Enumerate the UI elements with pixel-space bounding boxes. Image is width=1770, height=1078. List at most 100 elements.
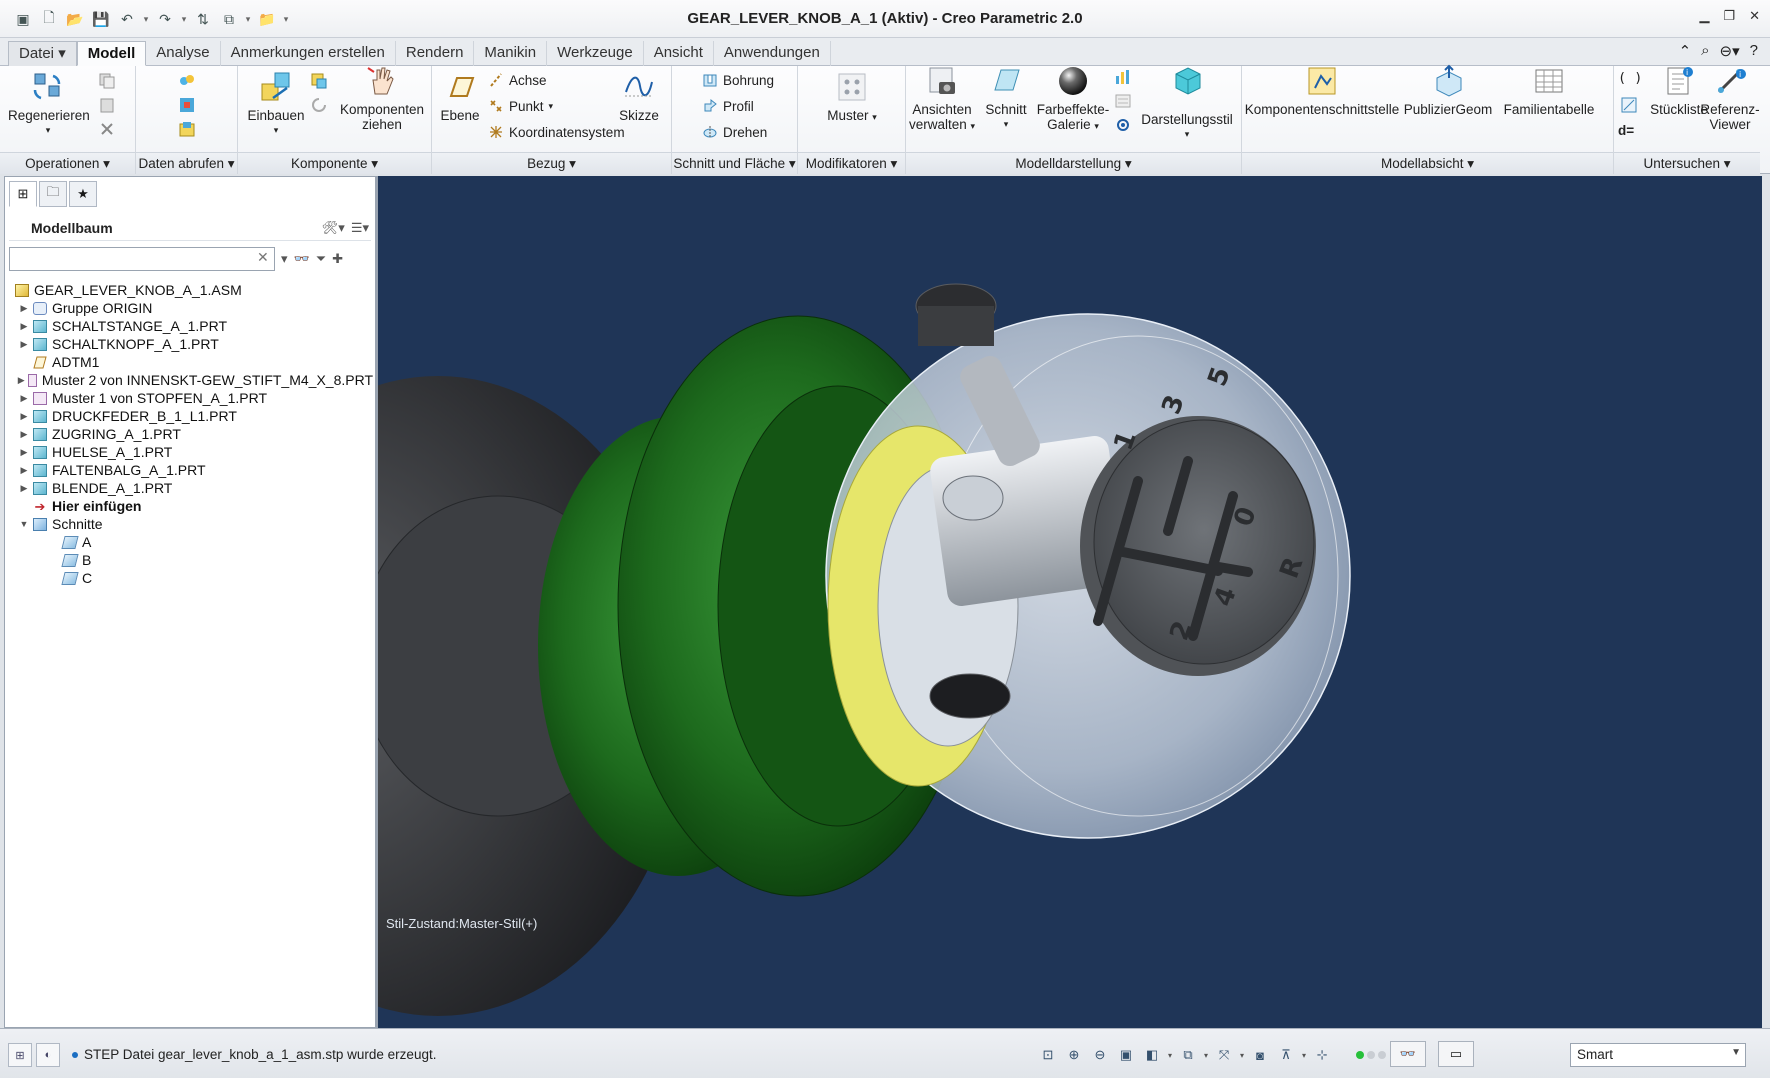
tab-modell[interactable]: Modell — [76, 41, 147, 66]
toggle-browser-icon[interactable]: ◐ — [36, 1043, 60, 1067]
tree-item[interactable]: C — [13, 569, 373, 587]
tab-anwendungen[interactable]: Anwendungen — [714, 41, 831, 66]
tab-rendern[interactable]: Rendern — [396, 41, 475, 66]
tree-item[interactable]: ▶ BLENDE_A_1.PRT — [13, 479, 373, 497]
tree-item[interactable]: ➔ Hier einfügen — [13, 497, 373, 515]
repeat-icon[interactable] — [310, 96, 328, 114]
regenerate-button[interactable]: Regenerieren ▾ — [8, 70, 90, 138]
find-binoculars-icon[interactable]: 👓 — [294, 251, 310, 267]
tree-item[interactable]: ▶ SCHALTKNOPF_A_1.PRT — [13, 335, 373, 353]
assemble-button[interactable]: Einbauen ▾ — [244, 70, 308, 138]
revolve-button[interactable]: Drehen — [702, 122, 767, 142]
d-equals-icon[interactable]: d= — [1618, 120, 1634, 140]
scene-icon[interactable] — [1114, 68, 1132, 86]
tree-item[interactable]: ADTM1 — [13, 353, 373, 371]
display-style-button[interactable]: Darstellungsstil ▾ — [1134, 64, 1240, 142]
refit-icon[interactable]: ⊡ — [1038, 1045, 1058, 1065]
tree-item[interactable]: A — [13, 533, 373, 551]
expand-arrow-icon[interactable]: ▶ — [17, 429, 31, 440]
drag-components-button[interactable]: Komponenten ziehen — [338, 64, 426, 132]
help-icon[interactable]: ? — [1750, 42, 1758, 60]
tab-datei[interactable]: Datei ▾ — [8, 41, 77, 66]
expand-arrow-icon[interactable]: ▶ — [17, 339, 31, 350]
search-icon[interactable]: ⌕ — [1701, 42, 1709, 60]
filter-icon[interactable]: ⏷ — [316, 251, 326, 267]
toggle-navigator-icon[interactable]: ⊞ — [8, 1043, 32, 1067]
tree-item[interactable]: ▶ ZUGRING_A_1.PRT — [13, 425, 373, 443]
clear-search-icon[interactable]: ✕ — [257, 249, 269, 266]
model-tree-search-input[interactable] — [9, 247, 275, 271]
tree-item[interactable]: ▶ FALTENBALG_A_1.PRT — [13, 461, 373, 479]
saved-orientations-dropdown-icon[interactable]: ▾ — [1204, 1051, 1208, 1060]
minimize-ribbon-icon[interactable]: ⌃ — [1679, 42, 1692, 60]
relations-icon[interactable]: ( ) — [1618, 68, 1642, 88]
manage-views-button[interactable]: Ansichten verwalten ▾ — [908, 64, 976, 134]
close-icon[interactable]: ✕ — [1749, 8, 1760, 24]
graphics-viewport[interactable]: 1 3 5 2 4 R 0 Stil-Zustand:Master-Stil(+… — [376, 176, 1762, 1028]
datum-display-dropdown-icon[interactable]: ▾ — [1240, 1051, 1244, 1060]
expand-arrow-icon[interactable]: ▶ — [17, 465, 31, 476]
copy-icon[interactable] — [98, 72, 116, 90]
selection-window-button[interactable]: ▭ — [1438, 1041, 1474, 1067]
tree-item[interactable]: ▶ SCHALTSTANGE_A_1.PRT — [13, 317, 373, 335]
display-style-icon[interactable]: ◧ — [1142, 1045, 1162, 1065]
render-icon[interactable] — [1114, 116, 1132, 134]
hole-button[interactable]: Bohrung — [702, 70, 774, 90]
shrinkwrap-icon[interactable] — [178, 120, 196, 138]
help-center-icon[interactable]: ⊖▾ — [1720, 42, 1740, 60]
restore-icon[interactable]: ❐ — [1723, 8, 1735, 24]
delete-icon[interactable] — [98, 120, 116, 138]
zoom-in-icon[interactable]: ⊕ — [1064, 1045, 1084, 1065]
display-options-icon[interactable] — [1114, 92, 1132, 110]
view-manager-icon[interactable]: ◙ — [1250, 1045, 1270, 1065]
tree-columns-icon[interactable]: ☰▾ — [351, 220, 369, 236]
copy-geometry-icon[interactable] — [178, 96, 196, 114]
group-label-modellabsicht[interactable]: Modellabsicht ▾ — [1242, 152, 1613, 174]
repaint-icon[interactable]: ▣ — [1116, 1045, 1136, 1065]
search-dropdown-icon[interactable]: ▾ — [281, 251, 288, 267]
expand-arrow-icon[interactable]: ▶ — [17, 393, 31, 404]
expand-arrow-icon[interactable]: ▶ — [17, 483, 31, 494]
tab-ansicht[interactable]: Ansicht — [644, 41, 714, 66]
section-button[interactable]: Schnitt ▾ — [982, 64, 1030, 132]
display-style-dropdown-icon[interactable]: ▾ — [1168, 1051, 1172, 1060]
expand-arrow-icon[interactable]: ▶ — [17, 375, 26, 386]
user-defined-feature-icon[interactable] — [178, 72, 196, 90]
annotation-display-dropdown-icon[interactable]: ▾ — [1302, 1051, 1306, 1060]
datum-plane-button[interactable]: Ebene — [436, 70, 484, 123]
add-column-icon[interactable]: ✚ — [332, 251, 343, 267]
zoom-out-icon[interactable]: ⊖ — [1090, 1045, 1110, 1065]
component-interface-button[interactable]: Komponentenschnittstelle — [1242, 64, 1402, 117]
tab-anmerkungen[interactable]: Anmerkungen erstellen — [221, 41, 396, 66]
tab-werkzeuge[interactable]: Werkzeuge — [547, 41, 644, 66]
datum-display-icon[interactable]: ⤧ — [1214, 1045, 1234, 1065]
reference-viewer-button[interactable]: i Referenz- Viewer — [1698, 64, 1762, 132]
minimize-icon[interactable]: ▁ — [1699, 8, 1709, 24]
find-button[interactable]: 👓 — [1390, 1041, 1426, 1067]
folder-browser-tab-icon[interactable]: 🗀 — [39, 181, 67, 207]
tree-item[interactable]: ▶ Muster 2 von INNENSKT-GEW_STIFT_M4_X_8.… — [13, 371, 373, 389]
model-3d-rendering[interactable]: 1 3 5 2 4 R 0 — [378, 176, 1762, 1028]
tree-item[interactable]: ▶ HUELSE_A_1.PRT — [13, 443, 373, 461]
coordinate-system-button[interactable]: Koordinatensystem — [488, 122, 625, 142]
publish-geom-button[interactable]: PublizierGeom — [1402, 64, 1494, 117]
tree-item[interactable]: B — [13, 551, 373, 569]
appearance-gallery-button[interactable]: Farbeffekte- Galerie ▾ — [1034, 64, 1112, 134]
group-label-bezug[interactable]: Bezug ▾ — [432, 152, 671, 174]
spin-center-icon[interactable]: ⊹ — [1312, 1045, 1332, 1065]
family-table-button[interactable]: Familientabelle — [1496, 64, 1602, 117]
tab-analyse[interactable]: Analyse — [146, 41, 221, 66]
tree-item[interactable]: GEAR_LEVER_KNOB_A_1.ASM — [13, 281, 373, 299]
paste-icon[interactable] — [98, 96, 116, 114]
group-label-modelldarstellung[interactable]: Modelldarstellung ▾ — [906, 152, 1241, 174]
axis-button[interactable]: Achse — [488, 70, 547, 90]
tab-manikin[interactable]: Manikin — [474, 41, 548, 66]
group-label-operationen[interactable]: Operationen ▾ — [0, 152, 135, 174]
tree-item[interactable]: ▶ DRUCKFEDER_B_1_L1.PRT — [13, 407, 373, 425]
expand-arrow-icon[interactable]: ▶ — [17, 447, 31, 458]
point-button[interactable]: Punkt ▾ — [488, 96, 553, 116]
tree-item[interactable]: ▶ Muster 1 von STOPFEN_A_1.PRT — [13, 389, 373, 407]
pattern-button[interactable]: Muster ▾ — [810, 70, 894, 125]
group-label-daten-abrufen[interactable]: Daten abrufen ▾ — [136, 152, 237, 174]
tree-settings-icon[interactable]: 🛠▾ — [322, 220, 345, 236]
